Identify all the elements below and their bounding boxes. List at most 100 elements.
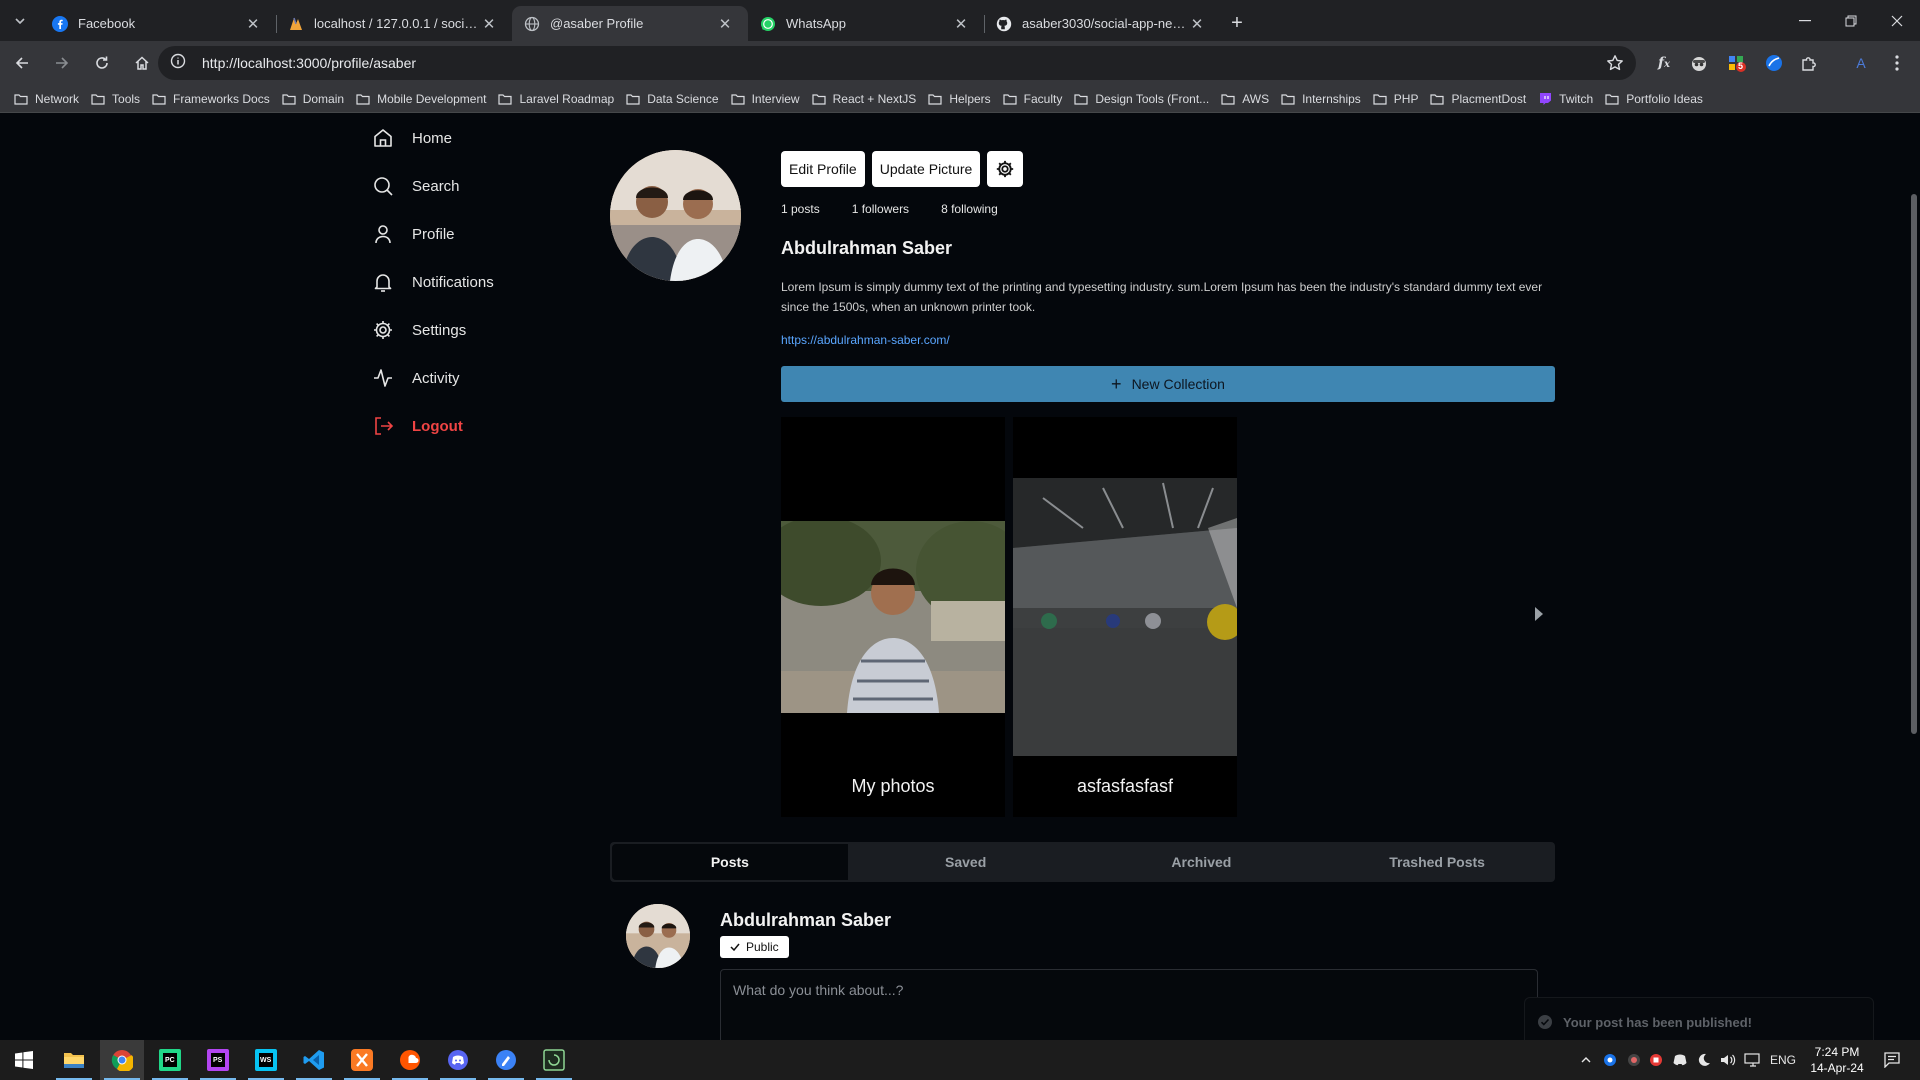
post-composer-input[interactable]: What do you think about...? [720,969,1538,1040]
start-button[interactable] [2,1040,46,1080]
language-indicator[interactable]: ENG [1766,1040,1800,1080]
extension-spy-icon[interactable] [1686,50,1712,76]
update-picture-button[interactable]: Update Picture [871,151,981,187]
taskbar-xampp[interactable] [340,1040,384,1080]
tab-archived[interactable]: Archived [1084,842,1320,882]
home-button[interactable] [124,45,160,81]
window-close-button[interactable] [1874,0,1920,41]
tray-moon-icon[interactable] [1694,1040,1714,1080]
taskbar-vscode[interactable] [292,1040,336,1080]
sidebar-item-settings[interactable]: Settings [372,306,592,354]
edit-profile-button[interactable]: Edit Profile [781,151,865,187]
bookmarks-bar: Network Tools Frameworks Docs Domain Mob… [0,85,1920,113]
notification-center-button[interactable] [1874,1040,1910,1080]
clock-time: 7:24 PM [1814,1045,1860,1059]
posts-count[interactable]: 1 posts [781,202,820,216]
restore-button[interactable] [1828,0,1874,41]
extension-blue-icon[interactable] [1761,50,1787,76]
collection-card[interactable]: asfasfasfasf [1013,417,1237,817]
profile-settings-button[interactable] [987,151,1024,187]
browser-tab-whatsapp[interactable]: WhatsApp ✕ [748,6,984,41]
extensions-puzzle-icon[interactable] [1796,50,1822,76]
taskbar-app-blue[interactable] [484,1040,528,1080]
browser-tab-profile[interactable]: @asaber Profile ✕ [512,6,748,41]
tray-overflow-icon[interactable] [1576,1040,1596,1080]
collection-card[interactable]: My photos [781,417,1005,817]
sidebar-item-logout[interactable]: Logout [372,402,592,450]
sidebar-item-profile[interactable]: Profile [372,210,592,258]
tab-saved[interactable]: Saved [848,842,1084,882]
minimize-button[interactable] [1782,0,1828,41]
tray-discord-icon[interactable] [1670,1040,1690,1080]
bookmark-folder[interactable]: React + NextJS [810,87,927,111]
new-collection-button[interactable]: + New Collection [781,366,1555,402]
tray-app-red-icon[interactable] [1646,1040,1666,1080]
sidebar-item-search[interactable]: Search [372,162,592,210]
close-icon[interactable]: ✕ [716,15,734,33]
forward-button[interactable] [44,45,80,81]
volume-icon[interactable] [1718,1040,1738,1080]
taskbar-discord[interactable] [436,1040,480,1080]
bookmark-folder[interactable]: PlacmentDost [1428,87,1536,111]
tab-posts[interactable]: Posts [612,844,848,880]
taskbar-soundcloud[interactable] [388,1040,432,1080]
page-scrollbar[interactable] [1908,114,1920,1040]
bookmark-folder[interactable]: Faculty [1001,87,1073,111]
sidebar-item-home[interactable]: Home [372,114,592,162]
profile-website-link[interactable]: https://abdulrahman-saber.com/ [781,333,950,347]
bookmark-folder[interactable]: Helpers [926,87,1000,111]
bookmark-folder[interactable]: Internships [1279,87,1371,111]
bookmark-star-icon[interactable] [1606,54,1624,77]
reload-button[interactable] [84,45,120,81]
extension-fx-icon[interactable]: fx [1651,50,1677,76]
followers-count[interactable]: 1 followers [852,202,909,216]
url-text[interactable]: http://localhost:3000/profile/asaber [202,55,416,71]
tab-search-button[interactable] [0,0,40,41]
bookmark-folder[interactable]: Portfolio Ideas [1603,87,1713,111]
close-icon[interactable]: ✕ [244,15,262,33]
extension-badge-icon[interactable]: 5 [1724,50,1750,76]
scrollbar-thumb[interactable] [1911,194,1917,734]
visibility-select[interactable]: Public [720,936,789,958]
profile-avatar[interactable] [610,150,741,281]
new-tab-button[interactable]: + [1220,6,1254,41]
taskbar-pycharm[interactable]: PC [148,1040,192,1080]
network-icon[interactable] [1742,1040,1764,1080]
bookmark-folder[interactable]: Data Science [624,87,728,111]
tray-app-blue-icon[interactable] [1600,1040,1620,1080]
site-info-icon[interactable] [170,53,190,74]
close-icon[interactable]: ✕ [952,15,970,33]
taskbar-clock[interactable]: 7:24 PM 14-Apr-24 [1802,1044,1872,1076]
bookmark-twitch[interactable]: Twitch [1536,87,1603,111]
browser-tab-facebook[interactable]: Facebook ✕ [40,6,276,41]
taskbar-chrome[interactable] [100,1040,144,1080]
address-bar[interactable]: http://localhost:3000/profile/asaber [158,46,1636,80]
following-count[interactable]: 8 following [941,202,998,216]
bookmark-folder[interactable]: Domain [280,87,354,111]
carousel-next-button[interactable] [1534,606,1544,627]
taskbar-phpstorm[interactable]: PS [196,1040,240,1080]
taskbar-file-explorer[interactable] [52,1040,96,1080]
tab-trashed-posts[interactable]: Trashed Posts [1319,842,1555,882]
bookmark-folder[interactable]: Interview [729,87,810,111]
bookmark-folder[interactable]: Design Tools (Front... [1072,87,1219,111]
bookmark-folder[interactable]: Laravel Roadmap [496,87,624,111]
browser-tab-phpmyadmin[interactable]: localhost / 127.0.0.1 / social-media ✕ [276,6,512,41]
bookmark-folder[interactable]: Tools [89,87,150,111]
close-icon[interactable]: ✕ [480,15,498,33]
profile-avatar-icon[interactable]: A [1848,50,1874,76]
bookmark-folder[interactable]: Frameworks Docs [150,87,280,111]
close-icon[interactable]: ✕ [1188,15,1206,33]
browser-menu-icon[interactable] [1884,50,1910,76]
browser-tab-github[interactable]: asaber3030/social-app-nextjs ✕ [984,6,1220,41]
tray-app-dark-icon[interactable] [1624,1040,1644,1080]
bookmark-folder[interactable]: Network [12,87,89,111]
bookmark-folder[interactable]: Mobile Development [354,87,496,111]
taskbar-app-green[interactable] [532,1040,576,1080]
taskbar-webstorm[interactable]: WS [244,1040,288,1080]
sidebar-item-notifications[interactable]: Notifications [372,258,592,306]
sidebar-item-activity[interactable]: Activity [372,354,592,402]
bookmark-folder[interactable]: PHP [1371,87,1429,111]
bookmark-folder[interactable]: AWS [1219,87,1279,111]
back-button[interactable] [4,45,40,81]
